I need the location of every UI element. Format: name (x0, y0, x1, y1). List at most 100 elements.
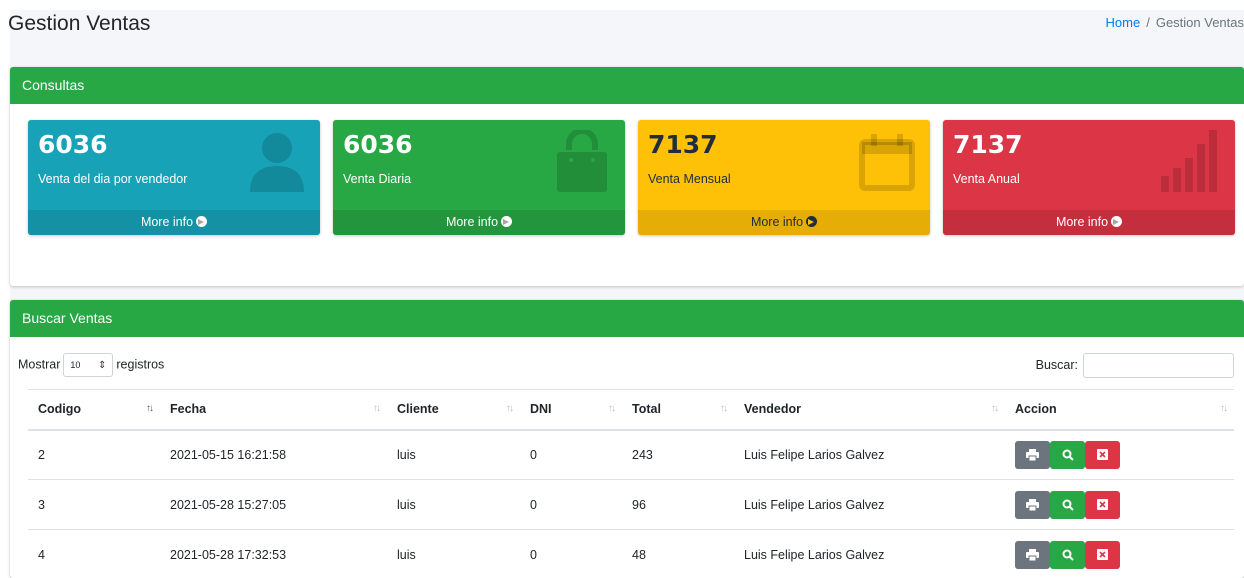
breadcrumb-current: Gestion Ventas (1155, 15, 1244, 30)
arrow-circle-right-icon (501, 216, 513, 227)
delete-button[interactable] (1085, 540, 1120, 569)
view-button[interactable] (1050, 440, 1085, 469)
page-title: Gestion Ventas (8, 12, 151, 35)
column-label: Vendedor (744, 402, 801, 417)
more-info-label: More info (445, 215, 499, 229)
search-icon (1062, 449, 1074, 461)
delete-icon (1097, 499, 1108, 510)
ventas-table: Codigo ↑↓ Fecha ↑↓ Cliente ↑↓ DNI ↑↓ Total ↑↓… (28, 389, 1234, 578)
consultas-card-title: Consultas (10, 67, 1244, 104)
delete-button[interactable] (1085, 490, 1120, 519)
column-header-vendedor[interactable]: Vendedor ↑↓ (734, 389, 1005, 431)
ventas-card-title: Buscar Ventas (10, 300, 1244, 337)
search-label: Buscar: (1035, 357, 1078, 372)
stat-label: Venta del dia por vendedor (38, 172, 188, 186)
sort-icon: ↑↓ (991, 403, 999, 414)
search-icon (1062, 499, 1074, 511)
column-header-dni[interactable]: DNI ↑↓ (520, 389, 622, 431)
length-select-value: 10 (70, 360, 81, 370)
stat-box-diaria: 6036 Venta Diaria More info (333, 120, 625, 235)
cell-vendedor: Luis Felipe Larios Galvez (734, 429, 1005, 480)
column-header-codigo[interactable]: Codigo ↑↓ (28, 389, 160, 431)
view-button[interactable] (1050, 490, 1085, 519)
stat-value: 7137 (648, 130, 718, 159)
cell-dni: 0 (520, 479, 622, 530)
sort-icon: ↑↓ (506, 403, 514, 414)
column-label: Fecha (170, 402, 207, 417)
cell-actions (1005, 429, 1234, 480)
cell-codigo: 4 (28, 529, 160, 578)
table-header-row: Codigo ↑↓ Fecha ↑↓ Cliente ↑↓ DNI ↑↓ Total ↑↓… (28, 389, 1234, 431)
cell-total: 243 (622, 429, 734, 480)
column-label: Codigo (38, 402, 82, 417)
cell-total: 48 (622, 529, 734, 578)
table-row: 4 2021-05-28 17:32:53 luis 0 48 Luis Fel… (28, 529, 1234, 578)
stat-box-vendedor: 6036 Venta del dia por vendedor More inf… (28, 120, 320, 235)
bar-chart-icon (1161, 130, 1217, 192)
column-header-cliente[interactable]: Cliente ↑↓ (387, 389, 520, 431)
view-button[interactable] (1050, 540, 1085, 569)
sort-icon: ↑↓ (608, 403, 616, 414)
table-row: 3 2021-05-28 15:27:05 luis 0 96 Luis Fel… (28, 479, 1234, 530)
cell-actions (1005, 529, 1234, 578)
column-header-total[interactable]: Total ↑↓ (622, 389, 734, 431)
column-header-fecha[interactable]: Fecha ↑↓ (160, 389, 387, 431)
stat-value: 7137 (953, 130, 1023, 159)
breadcrumb-home-link[interactable]: Home (1106, 15, 1141, 30)
cell-cliente: luis (387, 529, 520, 578)
cell-dni: 0 (520, 529, 622, 578)
stat-label: Venta Anual (953, 172, 1020, 186)
more-info-label: More info (750, 215, 804, 229)
search-input[interactable] (1083, 353, 1234, 378)
length-select[interactable]: 10 ⇕ (63, 353, 114, 377)
table-row: 2 2021-05-15 16:21:58 luis 0 243 Luis Fe… (28, 429, 1234, 480)
arrow-circle-right-icon (806, 216, 818, 227)
column-label: DNI (530, 402, 552, 417)
stats-boxes: 6036 Venta del dia por vendedor More inf… (28, 120, 1244, 235)
cell-cliente: luis (387, 479, 520, 530)
print-button[interactable] (1015, 490, 1050, 519)
search-control: Buscar: (1036, 353, 1234, 378)
delete-button[interactable] (1085, 440, 1120, 469)
print-button[interactable] (1015, 540, 1050, 569)
length-control: Mostrar 10 ⇕ registros (18, 353, 164, 377)
sort-icon: ↑↓ (1220, 403, 1228, 414)
cell-codigo: 2 (28, 429, 160, 480)
arrow-circle-right-icon (196, 216, 208, 227)
stat-value: 6036 (38, 130, 108, 159)
user-icon (250, 133, 304, 192)
cell-fecha: 2021-05-28 17:32:53 (160, 529, 387, 578)
delete-icon (1097, 549, 1108, 560)
more-info-label: More info (140, 215, 194, 229)
sort-asc-icon: ↑↓ (146, 403, 154, 414)
column-label: Total (632, 402, 661, 417)
cell-codigo: 3 (28, 479, 160, 530)
sort-icon: ↑↓ (373, 403, 381, 414)
print-icon (1026, 448, 1039, 461)
breadcrumb-separator: / (1146, 15, 1150, 30)
more-info-link[interactable]: More info (28, 210, 320, 235)
cell-vendedor: Luis Felipe Larios Galvez (734, 529, 1005, 578)
stat-box-mensual: 7137 Venta Mensual More info (638, 120, 930, 235)
more-info-link[interactable]: More info (638, 210, 930, 235)
stat-box-anual: 7137 Venta Anual More info (943, 120, 1235, 235)
print-icon (1026, 548, 1039, 561)
more-info-link[interactable]: More info (333, 210, 625, 235)
delete-icon (1097, 449, 1108, 461)
length-prefix: Mostrar (18, 357, 61, 372)
select-caret-icon: ⇕ (97, 359, 107, 371)
cell-fecha: 2021-05-15 16:21:58 (160, 429, 387, 480)
column-header-accion[interactable]: Accion ↑↓ (1005, 389, 1234, 431)
search-icon (1062, 549, 1074, 561)
stat-value: 6036 (343, 130, 413, 159)
more-info-link[interactable]: More info (943, 210, 1235, 235)
calendar-icon (859, 134, 915, 191)
cell-cliente: luis (387, 429, 520, 480)
stat-label: Venta Diaria (343, 172, 412, 186)
arrow-circle-right-icon (1111, 216, 1123, 227)
print-button[interactable] (1015, 440, 1050, 469)
print-icon (1026, 498, 1039, 511)
cell-total: 96 (622, 479, 734, 530)
cell-vendedor: Luis Felipe Larios Galvez (734, 479, 1005, 530)
cell-actions (1005, 479, 1234, 530)
